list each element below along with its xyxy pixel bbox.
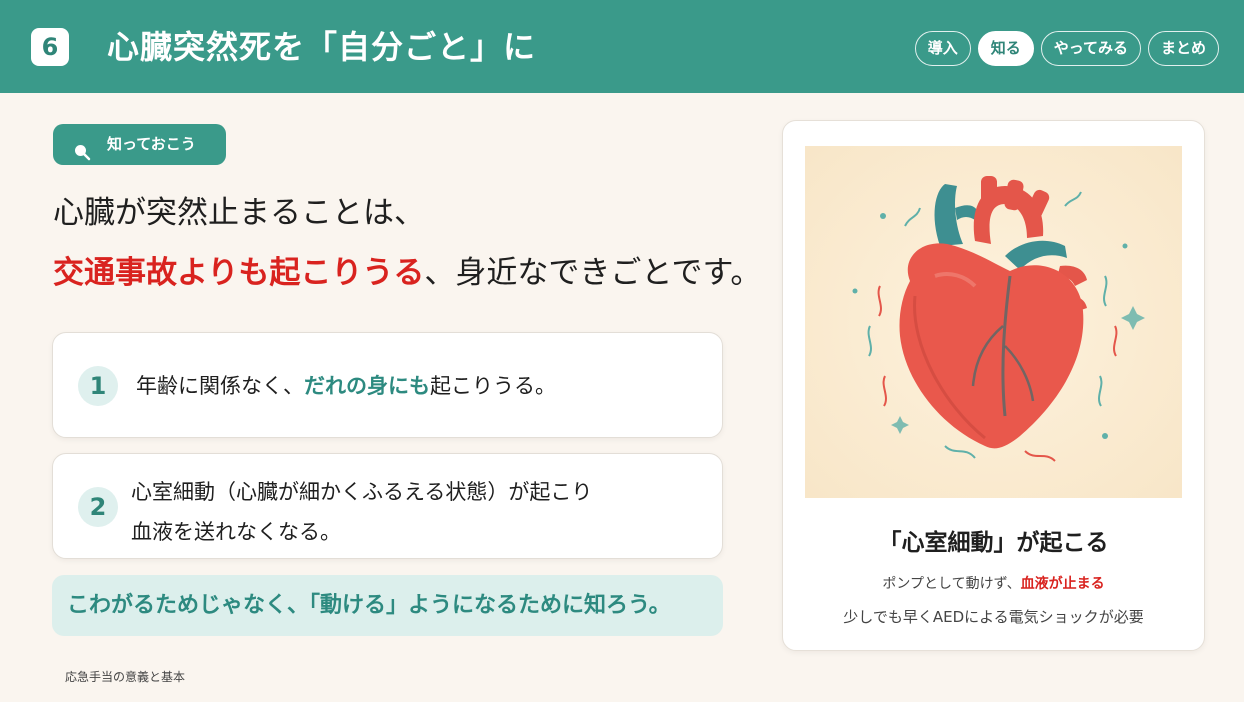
point-1-highlight: だれの身にも (304, 374, 430, 398)
panel-line-1-highlight: 血液が止まる (1020, 576, 1105, 592)
nav-tab-summary[interactable]: まとめ (1147, 31, 1219, 66)
point-number-1: 1 (78, 366, 118, 406)
section-tag-label: 知っておこう (107, 135, 196, 153)
section-nav: 導入 知る やってみる まとめ (914, 31, 1219, 66)
lead-line-2-rest: 、身近なできごとです。 (424, 255, 762, 291)
point-card-1: 1 年齢に関係なく、だれの身にも起こりうる。 (52, 332, 723, 438)
nav-tab-learn[interactable]: 知る (977, 31, 1034, 66)
section-tag: 知っておこう (53, 124, 226, 165)
point-text-2: 心室細動（心臓が細かくふるえる状態）が起こり 血液を送れなくなる。 (131, 472, 592, 552)
lead-line-2: 交通事故よりも起こりうる、身近なできごとです。 (53, 250, 761, 296)
search-icon (73, 136, 91, 177)
point-1-text-before: 年齢に関係なく、 (136, 374, 304, 398)
header-bar: 6 心臓突然死を「自分ごと」に 導入 知る やってみる まとめ (0, 0, 1244, 93)
footer-caption: 応急手当の意義と基本 (65, 670, 186, 684)
point-1-text-after: 起こりうる。 (430, 374, 556, 398)
point-2-line-1: 心室細動（心臓が細かくふるえる状態）が起こり (131, 480, 593, 504)
panel-line-2: 少しでも早くAEDによる電気ショックが必要 (843, 608, 1144, 626)
panel-line-1: ポンプとして動けず、血液が止まる (783, 573, 1204, 595)
point-number-2: 2 (78, 487, 118, 527)
nav-tab-practice[interactable]: やってみる (1040, 31, 1141, 66)
point-text-1: 年齢に関係なく、だれの身にも起こりうる。 (136, 371, 556, 401)
slide-title: 心臓突然死を「自分ごと」に (107, 28, 537, 66)
slide-number-badge: 6 (31, 28, 69, 66)
heart-info-panel: 「心室細動」が起こる ポンプとして動けず、血液が止まる 少しでも早くAEDによる… (782, 120, 1205, 651)
point-card-2: 2 心室細動（心臓が細かくふるえる状態）が起こり 血液を送れなくなる。 (52, 453, 723, 559)
heart-illustration (805, 146, 1182, 498)
panel-title: 「心室細動」が起こる (878, 530, 1109, 556)
panel-line-1-text: ポンプとして動けず、 (882, 576, 1021, 592)
key-message-note: こわがるためじゃなく、「動ける」ようになるために知ろう。 (52, 575, 723, 636)
lead-line-1: 心臓が突然止まることは、 (53, 195, 425, 231)
nav-tab-intro[interactable]: 導入 (914, 31, 971, 66)
point-2-line-2: 血液を送れなくなる。 (131, 520, 341, 544)
lead-highlight: 交通事故よりも起こりうる (53, 255, 425, 291)
